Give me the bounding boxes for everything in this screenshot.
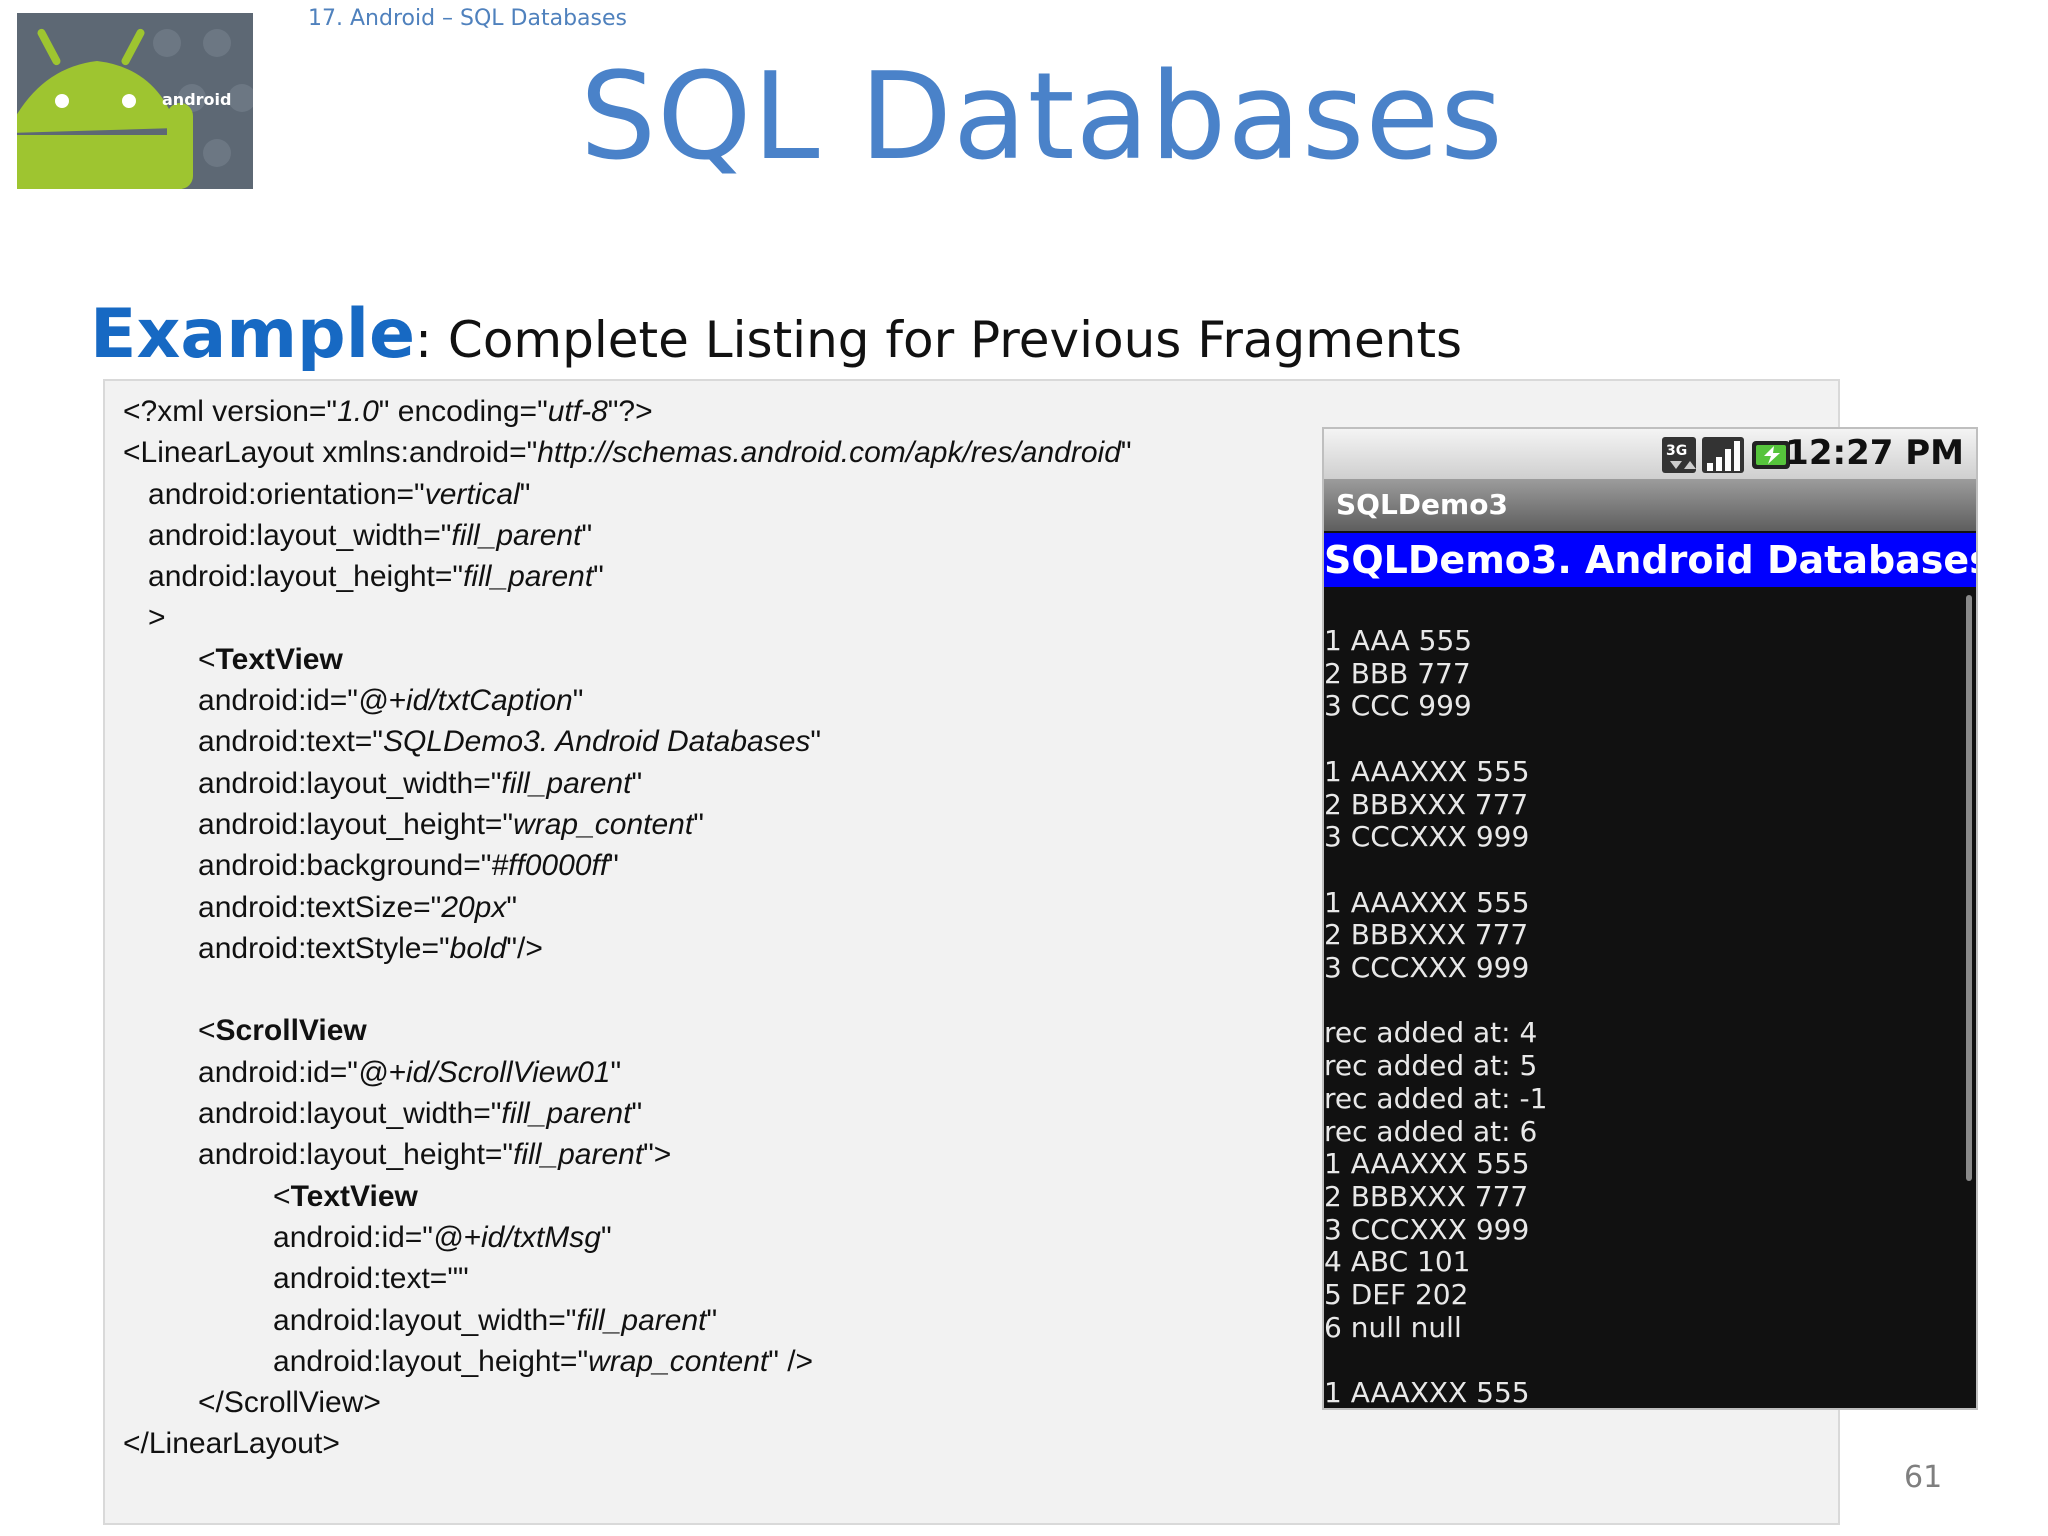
code-line: android:layout_height="wrap_content" [123, 807, 704, 841]
message-line: 2 BBBXXX 777 [1324, 918, 1529, 952]
code-line: <LinearLayout xmlns:android="http://sche… [123, 436, 1132, 470]
message-line [1324, 985, 1976, 1018]
example-heading: Example: Complete Listing for Previous F… [90, 295, 1462, 374]
code-line: </ScrollView> [123, 1386, 381, 1420]
code-line: android:layout_width="fill_parent" [123, 1303, 718, 1337]
message-line: 1 AAAXXX 555 [1324, 885, 1530, 919]
code-line: android:layout_height="fill_parent" [123, 560, 604, 594]
code-line: <?xml version="1.0" encoding="utf-8"?> [123, 395, 653, 428]
code-line: android:background="#ff0000ff" [123, 849, 619, 883]
message-line: 3 CCC 999 [1324, 689, 1472, 723]
txt-caption: SQLDemo3. Android Databases [1324, 533, 1976, 587]
message-line [1324, 723, 1976, 756]
emulator-screenshot: 3G 12:27 PM SQLDemo3 SQLDemo3. Android D… [1322, 427, 1978, 1410]
code-line: android:text="" [123, 1262, 469, 1296]
code-line: android:orientation="vertical" [123, 477, 531, 511]
code-line: android:text="SQLDemo3. Android Database… [123, 725, 822, 759]
code-line: android:layout_height="wrap_content" /> [123, 1344, 814, 1378]
message-line: 6 null null [1324, 1310, 1462, 1344]
code-line: android:textStyle="bold"/> [123, 931, 543, 965]
message-line: 2 BBB 777 [1324, 656, 1471, 690]
breadcrumb: 17. Android – SQL Databases [308, 6, 627, 31]
txt-msg: 1 AAA 555 2 BBB 777 3 CCC 999 1 AAAXXX 555… [1324, 624, 1976, 1410]
message-line: 4 ABC 101 [1324, 1245, 1471, 1279]
logo-text: android [162, 90, 231, 109]
code-line: android:layout_width="fill_parent" [123, 1097, 643, 1131]
message-line: 2 BBBXXX 777 [1324, 787, 1529, 821]
status-time: 12:27 PM [1785, 433, 1964, 473]
3g-icon: 3G [1662, 437, 1696, 473]
message-line: 2 BBBXXX 777 [1324, 1179, 1529, 1213]
code-line: android:layout_height="fill_parent"> [123, 1138, 672, 1172]
example-subtitle: : Complete Listing for Previous Fragment… [415, 311, 1463, 369]
message-line: 5 DEF 202 [1324, 1278, 1469, 1312]
code-line: android:textSize="20px" [123, 890, 518, 924]
code-line: android:layout_width="fill_parent" [123, 766, 643, 800]
status-bar: 3G 12:27 PM [1324, 429, 1976, 479]
message-line: rec added at: -1 [1324, 1081, 1548, 1115]
message-line: 1 AAAXXX 555 [1324, 1147, 1530, 1181]
status-icons: 3G [1662, 437, 1790, 473]
example-label: Example [90, 295, 416, 374]
message-line [1324, 1344, 1976, 1377]
code-line: android:layout_width="fill_parent" [123, 518, 593, 552]
code-line: <ScrollView [123, 1014, 367, 1048]
code-line: android:id="@+id/txtCaption" [123, 684, 584, 718]
message-line: rec added at: 6 [1324, 1114, 1538, 1148]
message-line: 3 CCCXXX 999 [1324, 820, 1530, 854]
message-line: 1 AAAXXX 555 [1324, 754, 1530, 788]
message-line: 3 CCCXXX 999 [1324, 951, 1530, 985]
code-line: android:id="@+id/ScrollView01" [123, 1055, 622, 1089]
message-line: 1 AAA 555 [1324, 624, 1473, 657]
signal-bars-icon [1702, 437, 1744, 473]
code-text: <?xml version="1.0" encoding="utf-8"?> <… [123, 391, 1132, 1465]
app-title-bar: SQLDemo3 [1324, 479, 1976, 531]
message-line: 1 AAAXXX 555 [1324, 1376, 1530, 1410]
page-title: SQL Databases [580, 48, 1504, 187]
message-line: rec added at: 4 [1324, 1016, 1538, 1050]
code-line: <TextView [123, 642, 343, 676]
code-line: <TextView [123, 1179, 418, 1213]
code-line: > [123, 601, 166, 635]
code-line: </LinearLayout> [123, 1427, 340, 1461]
code-line: android:id="@+id/txtMsg" [123, 1220, 612, 1254]
svg-text:3G: 3G [1666, 443, 1687, 459]
message-line [1324, 854, 1976, 887]
message-line: rec added at: 5 [1324, 1049, 1538, 1083]
android-logo: android [17, 13, 253, 189]
message-line: 3 CCCXXX 999 [1324, 1212, 1530, 1246]
page-number: 61 [1904, 1460, 1943, 1495]
